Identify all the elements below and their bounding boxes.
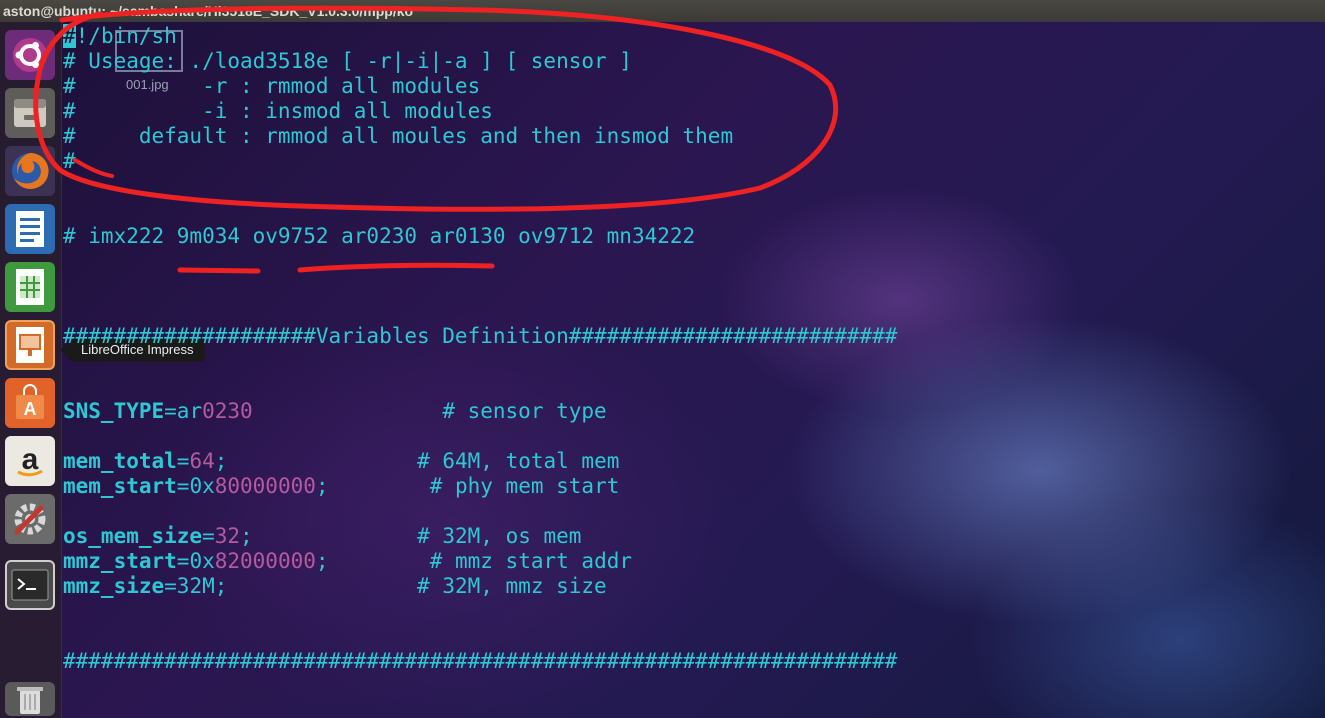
usage-comment-end: # — [63, 149, 76, 173]
usage-comment-i: # -i : insmod all modules — [63, 99, 493, 123]
launcher-item-amazon[interactable]: a — [5, 436, 55, 486]
svg-text:A: A — [24, 399, 37, 419]
mmz-size-line: mmz_size=32M; # 32M, mmz size — [63, 574, 607, 598]
launcher-item-firefox[interactable] — [5, 146, 55, 196]
shopping-bag-icon: A — [16, 384, 44, 419]
mem-start-line: mem_start=0x80000000; # phy mem start — [63, 474, 620, 498]
usage-comment-r: # -r : rmmod all modules — [63, 74, 481, 98]
launcher-item-writer[interactable] — [5, 204, 55, 254]
usage-comment-default: # default : rmmod all moules and then in… — [63, 124, 734, 148]
firefox-icon — [12, 152, 49, 189]
text-cursor: # — [63, 24, 76, 48]
launcher-item-impress[interactable] — [5, 320, 55, 370]
terminal-icon — [11, 569, 49, 601]
impress-presentation-icon — [16, 327, 44, 363]
calc-spreadsheet-icon — [16, 269, 44, 305]
section-header: ####################Variables Definition… — [63, 324, 898, 348]
svg-text:a: a — [22, 443, 39, 476]
section-footer: ########################################… — [63, 649, 898, 673]
ubuntu-logo-icon — [13, 38, 47, 72]
launcher-item-dash[interactable] — [5, 30, 55, 80]
launcher-item-system-settings[interactable] — [5, 494, 55, 544]
launcher-item-calc[interactable] — [5, 262, 55, 312]
sns-type-line: SNS_TYPE=ar0230 # sensor type — [63, 399, 607, 423]
unity-launcher: A a — [0, 22, 62, 718]
mem-total-line: mem_total=64; # 64M, total mem — [63, 449, 620, 473]
sensor-list-comment: # imx222 9m034 ov9752 ar0230 ar0130 ov97… — [63, 224, 696, 248]
launcher-item-files[interactable] — [5, 88, 55, 138]
launcher-item-terminal[interactable] — [5, 560, 55, 610]
launcher-item-trash[interactable] — [5, 682, 55, 716]
script-shebang: #!/bin/sh — [63, 24, 177, 48]
red-underline-9m034 — [177, 267, 261, 274]
trash-icon — [17, 687, 43, 714]
launcher-item-software-center[interactable]: A — [5, 378, 55, 428]
red-tail-annotation — [73, 158, 114, 178]
amazon-icon: a — [17, 443, 43, 477]
writer-document-icon — [16, 211, 44, 247]
mmz-start-line: mmz_start=0x82000000; # mmz start addr — [63, 549, 632, 573]
os-mem-size-line: os_mem_size=32; # 32M, os mem — [63, 524, 582, 548]
window-title-bar[interactable]: aston@ubuntu: ~/sambashare/Hi3518E_SDK_V… — [0, 0, 1325, 22]
usage-comment: # Useage: ./load3518e [ -r|-i|-a ] [ sen… — [63, 49, 632, 73]
window-title: aston@ubuntu: ~/sambashare/Hi3518E_SDK_V… — [3, 3, 414, 19]
red-underline-ar0230 — [297, 262, 495, 273]
settings-tools-icon — [14, 503, 46, 535]
file-manager-icon — [14, 99, 46, 127]
